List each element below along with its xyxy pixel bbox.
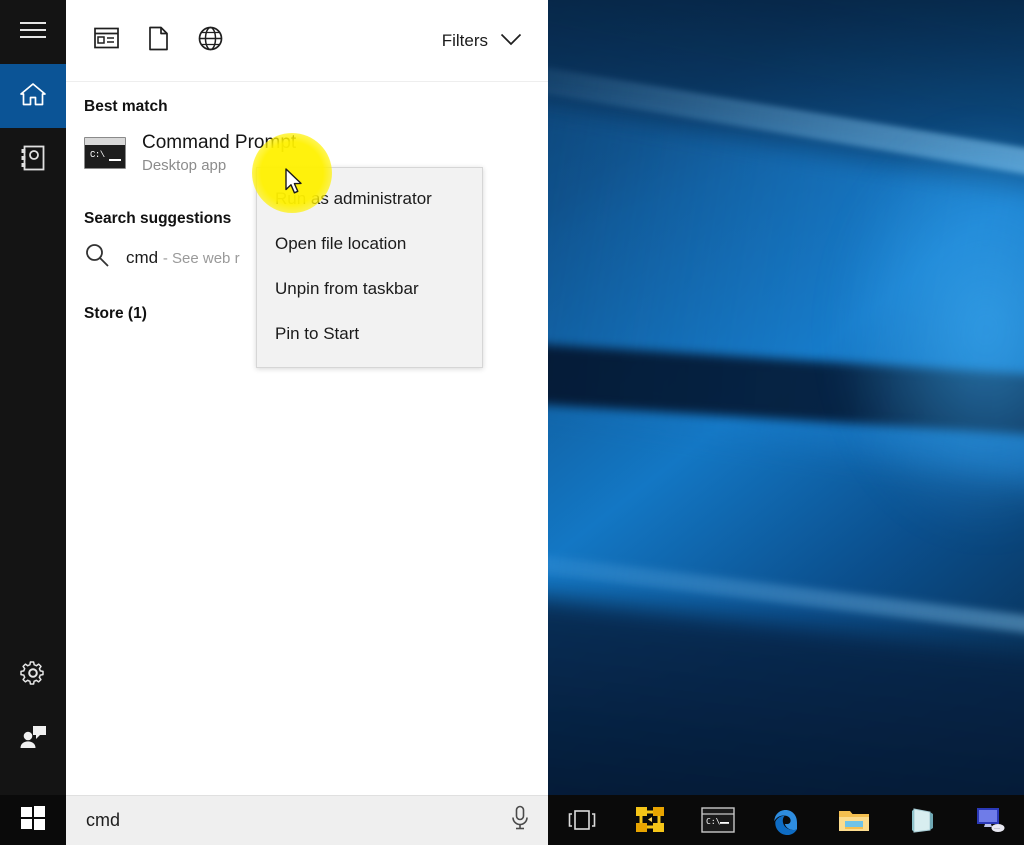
- best-match-title: Command Prompt: [142, 132, 297, 153]
- svg-text:···: ···: [994, 826, 1000, 832]
- sidebar-item-feedback[interactable]: [0, 707, 66, 771]
- sidebar-item-settings[interactable]: [0, 643, 66, 707]
- search-flyout: Filters Best match C:\ Command Prompt De…: [0, 0, 548, 795]
- wallpaper-band-low-highlight: [477, 548, 1024, 688]
- task-view-icon[interactable]: [548, 795, 616, 845]
- sidebar-item-menu[interactable]: [0, 0, 66, 64]
- taskbar-icons: C:\ ···: [548, 795, 1024, 845]
- cmd-icon-titlebar: [85, 138, 125, 145]
- filters-label: Filters: [441, 30, 488, 50]
- microphone-button[interactable]: [492, 805, 548, 836]
- search-panel-body: Filters Best match C:\ Command Prompt De…: [66, 0, 548, 795]
- onenote-icon[interactable]: [888, 795, 956, 845]
- wallpaper-right-glow: [830, 120, 1024, 540]
- suggestion-query: cmd: [126, 247, 159, 267]
- wallpaper-band-bright-streak: [495, 60, 1024, 251]
- command-prompt-icon: C:\: [84, 137, 126, 169]
- menu-unpin-from-taskbar[interactable]: Unpin from taskbar: [257, 266, 482, 311]
- cmd-icon-caret: [109, 159, 121, 161]
- cmd-icon-prompt-text: C:\: [90, 150, 105, 160]
- sidebar-item-notebook[interactable]: [0, 128, 66, 192]
- search-input[interactable]: cmd: [66, 795, 548, 845]
- search-magnifier-icon: [84, 242, 110, 273]
- menu-run-as-administrator[interactable]: Run as administrator: [257, 176, 482, 221]
- apps-icon: [93, 27, 119, 54]
- microphone-icon: [510, 805, 530, 836]
- hamburger-menu-icon: [20, 21, 46, 44]
- notebook-icon: [20, 144, 46, 177]
- feedback-icon: [19, 724, 47, 755]
- windows-logo-icon: [20, 805, 46, 836]
- file-explorer-icon[interactable]: [820, 795, 888, 845]
- windows-start-button[interactable]: [0, 795, 66, 845]
- network-share-icon[interactable]: [616, 795, 684, 845]
- edge-browser-icon[interactable]: [752, 795, 820, 845]
- wallpaper-band-shelf: [466, 340, 1024, 464]
- search-toolbar: Filters: [66, 0, 548, 82]
- best-match-heading: Best match: [84, 98, 168, 115]
- menu-pin-to-start[interactable]: Pin to Start: [257, 311, 482, 356]
- chevron-down-icon: [500, 31, 522, 51]
- menu-open-file-location[interactable]: Open file location: [257, 221, 482, 266]
- tab-web[interactable]: [184, 15, 236, 67]
- suggestion-detail: - See web r: [162, 249, 240, 267]
- context-menu: Run as administrator Open file location …: [256, 167, 483, 368]
- documents-icon: [148, 26, 169, 56]
- search-input-value[interactable]: cmd: [66, 810, 492, 831]
- screen: Filters Best match C:\ Command Prompt De…: [0, 0, 1024, 845]
- remote-desktop-icon[interactable]: ···: [956, 795, 1024, 845]
- svg-text:C:\: C:\: [706, 817, 721, 826]
- settings-gear-icon: [20, 660, 46, 691]
- tab-documents[interactable]: [132, 15, 184, 67]
- sidebar-item-home[interactable]: [0, 64, 66, 128]
- cortana-rail: [0, 0, 66, 795]
- command-prompt-taskbar-icon[interactable]: C:\: [684, 795, 752, 845]
- home-icon: [19, 81, 47, 112]
- search-suggestion-text: cmd - See web r: [126, 248, 240, 268]
- tab-apps[interactable]: [80, 15, 132, 67]
- filters-button[interactable]: Filters: [434, 25, 530, 57]
- web-globe-icon: [198, 26, 223, 56]
